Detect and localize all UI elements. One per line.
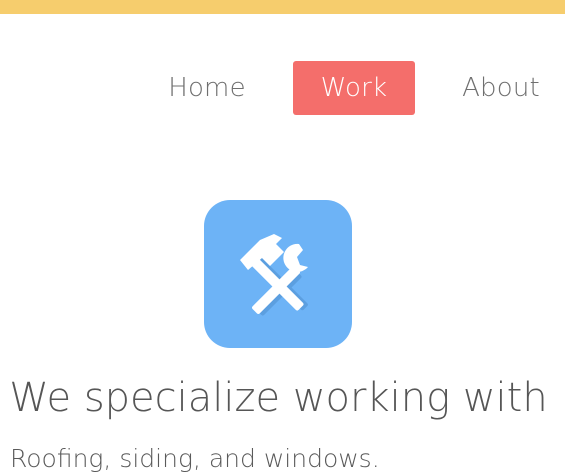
tools-glyph	[240, 234, 308, 316]
nav-item-home[interactable]: Home	[158, 61, 256, 115]
hero-subline: Roofing, siding, and windows.	[10, 444, 380, 473]
nav-item-about[interactable]: About	[453, 61, 549, 115]
hammer-wrench-icon	[204, 200, 352, 348]
main-nav: Home Work About	[0, 61, 565, 115]
nav-item-work[interactable]: Work	[293, 61, 415, 115]
hero-headline: We specialize working with	[9, 375, 548, 421]
top-accent-bar	[0, 0, 565, 14]
